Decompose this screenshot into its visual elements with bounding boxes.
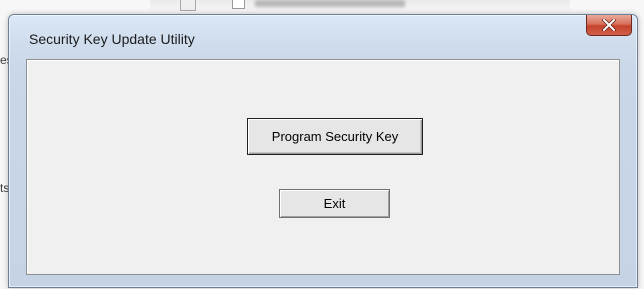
close-button[interactable] bbox=[586, 15, 632, 36]
background-grid-icon bbox=[180, 0, 196, 11]
background-text-fragment: es bbox=[0, 53, 8, 67]
program-security-key-button[interactable]: Program Security Key bbox=[247, 118, 423, 155]
close-icon bbox=[602, 19, 616, 31]
security-key-dialog: Security Key Update Utility Program Secu… bbox=[8, 14, 638, 288]
window-title: Security Key Update Utility bbox=[29, 31, 195, 47]
dialog-client-area: Program Security Key Exit bbox=[26, 59, 620, 275]
exit-button[interactable]: Exit bbox=[279, 189, 390, 218]
background-text-fragment: ts bbox=[0, 181, 8, 195]
background-checkbox bbox=[232, 0, 245, 9]
background-blurred-text bbox=[255, 0, 405, 7]
